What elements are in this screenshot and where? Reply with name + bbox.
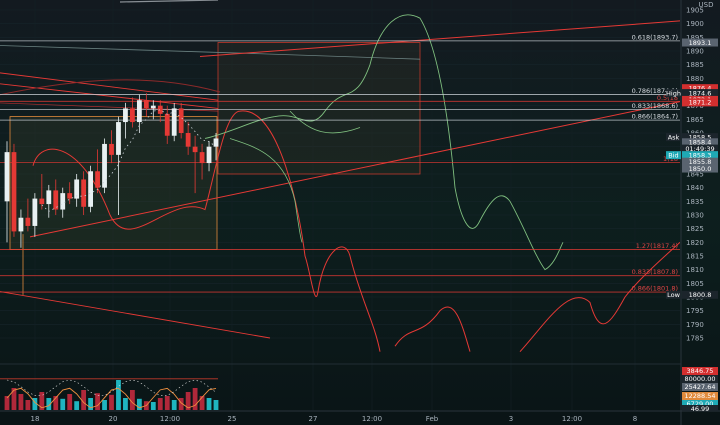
volume-bar bbox=[171, 400, 177, 410]
price-tick-label: 1885 bbox=[686, 61, 704, 69]
time-tick-label: 8 bbox=[633, 415, 637, 423]
price-tag-label: Low bbox=[667, 291, 680, 299]
volume-bar bbox=[199, 396, 205, 410]
price-tick-label: 1785 bbox=[686, 335, 704, 343]
time-tick-label: 20 bbox=[109, 415, 118, 423]
fib-label: 0.833(1807.8) bbox=[632, 268, 678, 276]
candle-body bbox=[171, 108, 177, 136]
volume-bar bbox=[67, 394, 73, 410]
candle-body bbox=[81, 179, 87, 207]
candle-body bbox=[11, 152, 17, 232]
candle-body bbox=[60, 193, 66, 210]
time-tick-label: 18 bbox=[31, 415, 40, 423]
candle-body bbox=[32, 198, 38, 226]
fib-label: 1.27(1817.4) bbox=[636, 242, 678, 250]
price-tag-label: Ask bbox=[668, 133, 680, 141]
volume-bar bbox=[123, 398, 128, 410]
indicator-tag: 46.99 bbox=[691, 405, 710, 413]
volume-bar bbox=[74, 401, 80, 410]
volume-bar bbox=[4, 396, 10, 410]
candle-body bbox=[185, 133, 191, 147]
volume-bar bbox=[109, 394, 114, 410]
volume-bar bbox=[157, 398, 163, 410]
price-tick-label: 1820 bbox=[686, 239, 704, 247]
candle-body bbox=[136, 100, 142, 123]
price-tag: 1800.8 bbox=[689, 291, 712, 299]
volume-bar bbox=[213, 400, 219, 410]
volume-bar bbox=[11, 388, 17, 410]
volume-bar bbox=[164, 396, 170, 410]
volume-bar bbox=[116, 380, 121, 410]
indicator-tag: 12288.54 bbox=[684, 392, 715, 400]
candle-body bbox=[109, 143, 114, 155]
price-tick-label: 1835 bbox=[686, 198, 704, 206]
price-tag: 1871.2 bbox=[689, 99, 712, 107]
time-tick-label: 3 bbox=[509, 415, 513, 423]
price-tag: 1893.1 bbox=[689, 39, 712, 47]
price-tick-label: 1840 bbox=[686, 184, 704, 192]
price-tick-label: 1890 bbox=[686, 48, 704, 56]
price-tag-label: Bid bbox=[668, 151, 678, 159]
candle-body bbox=[4, 152, 10, 202]
price-tick-label: 1830 bbox=[686, 212, 704, 220]
price-tick-label: 1810 bbox=[686, 266, 704, 274]
candle-body bbox=[18, 217, 24, 232]
candle-body bbox=[88, 171, 93, 207]
currency-label: USD bbox=[699, 1, 714, 9]
fib-label: 0.866(1864.7) bbox=[632, 113, 678, 121]
price-tick-label: 1865 bbox=[686, 116, 704, 124]
price-tick-label: 1900 bbox=[686, 20, 704, 28]
candle-body bbox=[123, 108, 128, 123]
volume-bar bbox=[25, 400, 31, 410]
volume-bar bbox=[206, 398, 212, 410]
candle-body bbox=[164, 113, 170, 136]
time-tick-label: 25 bbox=[228, 415, 237, 423]
indicator-tag: 25427.64 bbox=[684, 383, 715, 391]
price-tick-label: 1880 bbox=[686, 75, 704, 83]
candle-body bbox=[206, 146, 212, 164]
price-tick-label: 1825 bbox=[686, 225, 704, 233]
fib-label: 0.833(1868.6) bbox=[632, 102, 678, 110]
indicator-tag: 3846.75 bbox=[687, 367, 714, 375]
candle-body bbox=[67, 193, 73, 199]
price-tick-label: 1805 bbox=[686, 280, 704, 288]
price-tick-label: 1815 bbox=[686, 253, 704, 261]
time-tick-label: 12:00 bbox=[160, 415, 180, 423]
candle-body bbox=[143, 100, 149, 109]
time-tick-label: 27 bbox=[309, 415, 318, 423]
volume-bar bbox=[192, 388, 198, 410]
price-tick-label: 1795 bbox=[686, 307, 704, 315]
candle-body bbox=[116, 122, 121, 155]
fib-label: 0.618(1893.7) bbox=[632, 33, 678, 41]
time-tick-label: 12:00 bbox=[362, 415, 382, 423]
time-tick-label: Feb bbox=[426, 415, 439, 423]
candle-body bbox=[199, 152, 205, 164]
time-tick-label: 12:00 bbox=[562, 415, 582, 423]
volume-bar bbox=[136, 398, 142, 410]
volume-bar bbox=[150, 402, 156, 410]
candle-body bbox=[102, 143, 107, 188]
volume-bar bbox=[18, 394, 24, 410]
candle-body bbox=[178, 108, 184, 133]
candle-body bbox=[130, 108, 135, 123]
price-tag: 1850.0 bbox=[689, 165, 712, 173]
candle-body bbox=[150, 105, 156, 109]
price-tag-label: High bbox=[666, 89, 681, 97]
candle-body bbox=[39, 198, 45, 205]
candle-body bbox=[192, 146, 198, 153]
chart-canvas[interactable]: 0.618(1893.7)0.786(1874.1)0.5(180.833(18… bbox=[0, 0, 720, 425]
zone-rectangle bbox=[217, 42, 421, 175]
price-tick-label: 1790 bbox=[686, 321, 704, 329]
candle-body bbox=[25, 217, 31, 226]
volume-bar bbox=[102, 400, 107, 410]
candle-body bbox=[95, 171, 100, 188]
candle-body bbox=[213, 138, 219, 147]
candle-body bbox=[46, 190, 52, 205]
volume-bar bbox=[60, 398, 66, 410]
indicator-tag: 80000.00 bbox=[684, 375, 715, 383]
